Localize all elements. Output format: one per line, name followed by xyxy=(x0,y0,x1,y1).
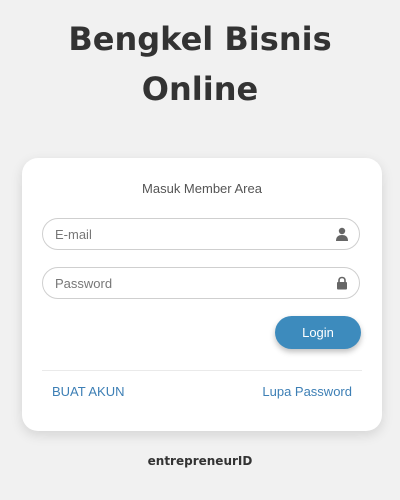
divider xyxy=(42,370,362,371)
site-title-line-1: Bengkel Bisnis xyxy=(68,20,332,58)
login-card: Masuk Member Area Login BUAT AKUN Lupa P… xyxy=(22,158,382,431)
login-card-heading: Masuk Member Area xyxy=(142,181,262,196)
user-icon xyxy=(336,227,348,241)
site-title: Bengkel Bisnis Online xyxy=(0,14,400,114)
login-button[interactable]: Login xyxy=(275,316,361,349)
email-field[interactable] xyxy=(42,218,360,250)
password-field[interactable] xyxy=(42,267,360,299)
site-title-line-2: Online xyxy=(141,70,259,108)
register-link[interactable]: BUAT AKUN xyxy=(52,384,124,399)
forgot-password-link[interactable]: Lupa Password xyxy=(262,384,352,399)
lock-icon xyxy=(337,276,347,290)
footer-brand: entrepreneurID xyxy=(147,454,253,468)
email-input[interactable] xyxy=(55,219,325,249)
password-input[interactable] xyxy=(55,268,325,298)
